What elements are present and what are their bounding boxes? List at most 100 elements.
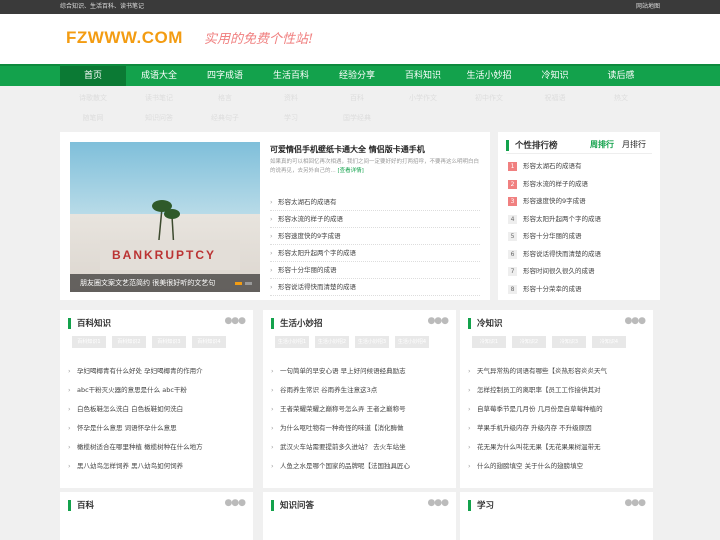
subnav-item[interactable]: 经典句子	[192, 108, 258, 128]
nav-item-encyclopedia-knowledge[interactable]: 百科知识	[390, 66, 456, 86]
site-logo[interactable]: FZWWW.COM	[66, 28, 183, 48]
ranking-item[interactable]: 5 形容十分华丽的成语	[508, 228, 601, 246]
featured-title[interactable]: 可爱情侣手机壁纸卡通大全 情侣版卡通手机	[270, 144, 425, 155]
tab-monthly[interactable]: 月排行	[622, 139, 646, 150]
list-item[interactable]: 孕妇喝椰青有什么好处 孕妇喝椰青的作用介	[68, 362, 245, 381]
list-item[interactable]: 王者荣耀荣耀之巅称号怎么弄 王者之巅称号	[271, 400, 448, 419]
section-study: 学习 ●●●	[460, 492, 653, 540]
photo-caption[interactable]: 朋友圈文案文艺范简约 很美很好听的文艺句	[70, 274, 260, 292]
list-item[interactable]: 形容水流的样子的成语	[270, 211, 480, 228]
more-dots-icon[interactable]: ●●●	[427, 316, 449, 326]
subnav-item[interactable]: 初中作文	[456, 88, 522, 108]
section-title[interactable]: 生活小妙招	[280, 317, 323, 329]
tag[interactable]: 冷知识3	[552, 336, 586, 348]
list-item[interactable]: 花无果为什么叫花无果【无花果果树温带无	[468, 438, 645, 457]
list-item[interactable]: 什么的翅膀填空 关于什么的翅膀填空	[468, 457, 645, 476]
featured-desc-text: 如果真的可以相回忆再次相遇，我们之间一定要好好的打两招呼，不要再这么明明白白的说…	[270, 159, 480, 174]
list-item[interactable]: 形容说话得快而清楚的成语	[270, 279, 480, 296]
list-item[interactable]: 怎样控制员工的离职率【员工工作接供其对	[468, 381, 645, 400]
tag[interactable]: 生活小妙招4	[395, 336, 429, 348]
nav-item-reviews[interactable]: 读后感	[588, 66, 654, 86]
tag[interactable]: 百科知识1	[72, 336, 106, 348]
nav-item-idioms[interactable]: 成语大全	[126, 66, 192, 86]
tag[interactable]: 生活小妙招1	[275, 336, 309, 348]
ranking-item-label: 形容十分华丽的成语	[523, 232, 582, 240]
tab-weekly[interactable]: 周排行	[590, 139, 614, 150]
section-title[interactable]: 知识问答	[280, 499, 314, 511]
ranking-item[interactable]: 7 形容时间很久很久的成语	[508, 263, 601, 281]
subnav-item[interactable]: 知识问答	[126, 108, 192, 128]
subnav-item[interactable]: 百科	[324, 88, 390, 108]
ranking-item[interactable]: 2 形容水流的样子的成语	[508, 176, 601, 194]
nav-item-life-encyclopedia[interactable]: 生活百科	[258, 66, 324, 86]
subnav-item[interactable]: 国学经典	[324, 108, 390, 128]
ranking-item[interactable]: 4 形容太阳升起两个字的成语	[508, 211, 601, 229]
tag[interactable]: 生活小妙招2	[315, 336, 349, 348]
list-item[interactable]: 武汉火车站需要提前多久进站？ 去火车站坐	[271, 438, 448, 457]
more-dots-icon[interactable]: ●●●	[224, 316, 246, 326]
ranking-item-label: 形容说话得快而清楚的成语	[523, 249, 601, 258]
list-item[interactable]: 形容太湖石的成语有	[270, 194, 480, 211]
section-title[interactable]: 冷知识	[477, 317, 503, 329]
more-dots-icon[interactable]: ●●●	[224, 498, 246, 508]
section-title[interactable]: 学习	[477, 499, 494, 511]
subnav-item[interactable]: 读书笔记	[126, 88, 192, 108]
list-item[interactable]: 人鱼之水是哪个国家的品牌呢【法国独具匠心	[271, 457, 448, 476]
section-title[interactable]: 百科	[77, 499, 94, 511]
list-item[interactable]: 橄榄树适合在哪里种植 橄榄树种在什么地方	[68, 438, 245, 457]
list-item[interactable]: 谷雨养生常识 谷雨养生注意这3点	[271, 381, 448, 400]
list-item[interactable]: 黑八幼鸟怎样饲养 黑八幼鸟如何饲养	[68, 457, 245, 476]
read-more-link[interactable]: [查看详情]	[338, 168, 364, 174]
ranking-item[interactable]: 3 形容速度快的9字成语	[508, 193, 601, 211]
section-header: 百科知识 ●●●	[68, 316, 246, 332]
subnav-item[interactable]: 资料	[258, 88, 324, 108]
section-title[interactable]: 百科知识	[77, 317, 111, 329]
tag[interactable]: 百科知识3	[152, 336, 186, 348]
list-item[interactable]: 形容太阳升起两个字的成语	[270, 245, 480, 262]
subnav-item[interactable]: 诗歌散文	[60, 88, 126, 108]
list-item[interactable]: abc干粉灭火器的意思是什么 abc干粉	[68, 381, 245, 400]
main-nav: 首页 成语大全 四字成语 生活百科 经验分享 百科知识 生活小妙招 冷知识 读后…	[0, 64, 720, 86]
subnav-item[interactable]: 格言	[192, 88, 258, 108]
nav-item-experience[interactable]: 经验分享	[324, 66, 390, 86]
list-item[interactable]: 形容十分华丽的成语	[270, 262, 480, 279]
list-item[interactable]: 形容速度快的9字成语	[270, 228, 480, 245]
tag[interactable]: 百科知识4	[192, 336, 226, 348]
nav-item-home[interactable]: 首页	[60, 66, 126, 86]
tag[interactable]: 冷知识1	[472, 336, 506, 348]
subnav-item[interactable]: 学习	[258, 108, 324, 128]
sitemap-link[interactable]: 网站地图	[636, 0, 660, 14]
ranking-item[interactable]: 6 形容说话得快而清楚的成语	[508, 246, 601, 264]
tag[interactable]: 冷知识4	[592, 336, 626, 348]
list-item[interactable]: 天气异常热的词语有哪些【炎热形容炎炎天气	[468, 362, 645, 381]
ranking-item[interactable]: 1 形容太湖石的成语有	[508, 158, 601, 176]
tag[interactable]: 生活小妙招3	[355, 336, 389, 348]
tag[interactable]: 冷知识2	[512, 336, 546, 348]
list-item[interactable]: 一句简单的早安心语 早上好问候语经典励志	[271, 362, 448, 381]
ranking-panel: 个性排行榜 周排行 月排行 1 形容太湖石的成语有 2 形容水流的样子的成语 3 形容…	[498, 132, 660, 300]
ranking-item[interactable]: 8 形容十分荣幸的成语	[508, 281, 601, 299]
nav-item-trivia[interactable]: 冷知识	[522, 66, 588, 86]
nav-item-four-char-idioms[interactable]: 四字成语	[192, 66, 258, 86]
list-item[interactable]: 怀孕是什么意思 词语怀孕什么意思	[68, 419, 245, 438]
list-item[interactable]: 自草莓季节是几月份 几月份是自草莓种植的	[468, 400, 645, 419]
list-item[interactable]: 白色板鞋怎么洗白 白色板鞋如何洗白	[68, 400, 245, 419]
subnav-item[interactable]: 随笔网	[60, 108, 126, 128]
tag-row: 百科知识1 百科知识2 百科知识3 百科知识4	[72, 336, 247, 348]
featured-photo[interactable]: BANKRUPTCY 朋友圈文案文艺范简约 很美很好听的文艺句	[70, 142, 260, 292]
slider-dots[interactable]	[235, 282, 252, 285]
more-dots-icon[interactable]: ●●●	[427, 498, 449, 508]
subnav-item[interactable]: 小学作文	[390, 88, 456, 108]
article-list: 一句简单的早安心语 早上好问候语经典励志 谷雨养生常识 谷雨养生注意这3点 王者…	[271, 362, 448, 476]
subnav-item[interactable]: 祝福语	[522, 88, 588, 108]
list-item[interactable]: 为什么呕吐物有一种奇怪的味道【消化酶做	[271, 419, 448, 438]
subnav-item[interactable]: 热文	[588, 88, 654, 108]
more-dots-icon[interactable]: ●●●	[624, 498, 646, 508]
site-slogan: 实用的免费个性站!	[204, 32, 314, 47]
tag[interactable]: 百科知识2	[112, 336, 146, 348]
list-item[interactable]: 苹果手机升级内存 升级内存 不升级原因	[468, 419, 645, 438]
nav-item-life-tips[interactable]: 生活小妙招	[456, 66, 522, 86]
more-dots-icon[interactable]: ●●●	[624, 316, 646, 326]
section-marker	[68, 318, 71, 329]
ranking-item-label: 形容太阳升起两个字的成语	[523, 214, 601, 223]
